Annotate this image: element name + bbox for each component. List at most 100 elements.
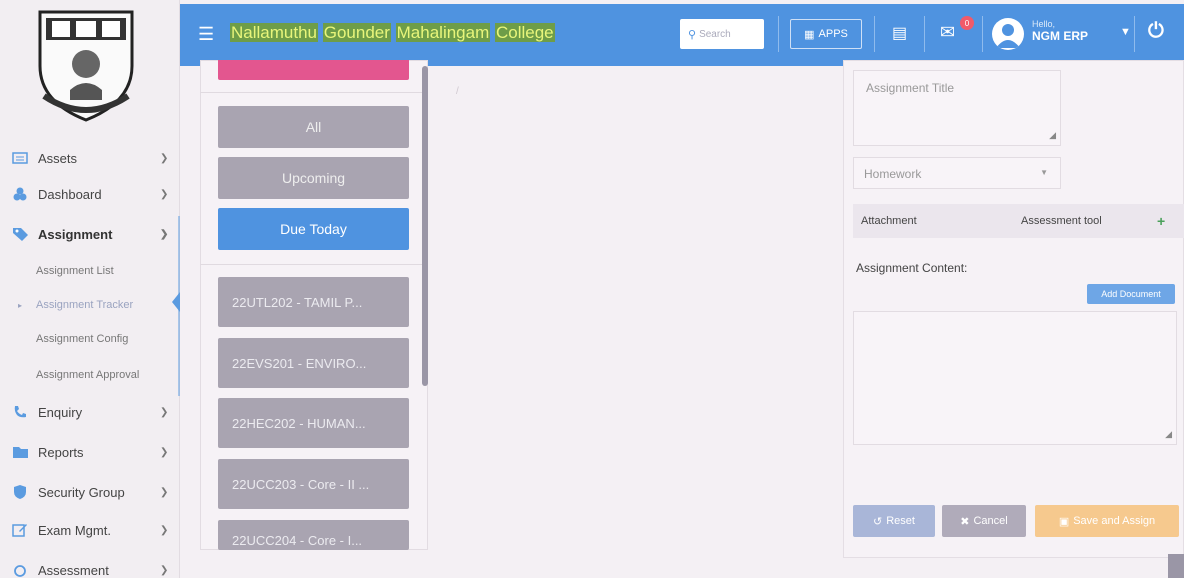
subject-item[interactable]: 22UCC204 - Core - I...	[218, 520, 409, 550]
header-divider	[874, 16, 875, 52]
user-name: NGM ERP	[1032, 28, 1089, 43]
sidebar-item-label: Assets	[38, 150, 78, 166]
college-logo	[38, 10, 134, 122]
save-and-assign-button[interactable]: ▣ Save and Assign	[1035, 505, 1179, 537]
mail-icon[interactable]: ✉	[940, 22, 955, 43]
sidebar-item-dashboard[interactable]: Dashboard ❯	[0, 176, 180, 212]
chevron-down-icon: ❯	[160, 486, 169, 498]
greeting: Hello,	[1032, 19, 1056, 29]
resize-handle-icon[interactable]: ◢	[1165, 429, 1172, 440]
sidebar-item-label: Assignment	[38, 226, 113, 242]
sidebar-item-label: Security Group	[38, 484, 125, 500]
sidebar-item-label: Assessment	[38, 562, 109, 578]
add-document-button[interactable]: Add Document	[1087, 284, 1175, 304]
chevron-down-icon: ❯	[160, 228, 169, 240]
sidebar-item-enquiry[interactable]: Enquiry ❯	[0, 394, 180, 430]
assignment-type-select[interactable]: Homework ▼	[853, 157, 1061, 189]
add-document-label: Add Document	[1101, 289, 1161, 299]
filter-label: Due Today	[280, 221, 347, 237]
search-placeholder: Search	[699, 28, 731, 40]
sidebar-item-assignment[interactable]: Assignment ❯	[0, 216, 180, 252]
attachment-label: Attachment	[861, 215, 917, 227]
panel-divider	[200, 92, 428, 93]
chevron-down-icon: ❯	[160, 446, 169, 458]
power-icon[interactable]: ⏻	[1148, 20, 1164, 43]
avatar[interactable]	[992, 18, 1024, 50]
sidebar-item-label: Dashboard	[38, 186, 102, 202]
bullet-icon: ▸	[18, 300, 23, 310]
subject-item[interactable]: 22HEC202 - HUMAN...	[218, 398, 409, 448]
sidebar-item-label: Reports	[38, 444, 84, 460]
sidebar-item-reports[interactable]: Reports ❯	[0, 434, 180, 470]
filter-label: Upcoming	[281, 170, 346, 186]
circle-icon	[12, 562, 28, 578]
header-divider	[778, 16, 779, 52]
panel-divider	[200, 264, 428, 265]
scroll-to-top-button[interactable]	[1168, 554, 1184, 578]
new-assignment-button[interactable]	[218, 60, 409, 80]
filter-all-button[interactable]: All	[218, 106, 409, 148]
sidebar-subitem-assignment-tracker[interactable]: ▸ Assignment Tracker	[0, 290, 180, 320]
phone-icon	[12, 404, 28, 420]
cancel-label: Cancel	[973, 515, 1008, 527]
sidebar-item-assessment[interactable]: Assessment ❯	[0, 552, 180, 578]
caret-down-icon[interactable]: ▼	[1120, 26, 1131, 38]
scrollbar[interactable]	[422, 66, 428, 386]
sidebar-subitem-assignment-config[interactable]: Assignment Config	[0, 324, 180, 354]
sidebar-subitem-label: Assignment Config	[36, 333, 129, 345]
assignment-content-field[interactable]: ◢	[853, 311, 1177, 445]
select-value: Homework	[864, 167, 922, 181]
chevron-down-icon: ❯	[160, 152, 169, 164]
resize-handle-icon[interactable]: ◢	[1049, 130, 1056, 141]
subject-label: 22UTL202 - TAMIL P...	[232, 294, 363, 310]
dropdown-arrow-icon: ▼	[1040, 168, 1048, 177]
undo-icon: ↺	[873, 515, 883, 528]
filter-due-today-button[interactable]: Due Today	[218, 208, 409, 250]
chevron-down-icon: ❯	[160, 406, 169, 418]
college-title: Nallamuthu Gounder Mahalingam College	[230, 23, 555, 43]
sidebar-item-assets[interactable]: Assets ❯	[0, 140, 180, 176]
apps-button[interactable]: ▦ APPS	[790, 19, 862, 49]
sidebar: Assets ❯ Dashboard ❯ Assignment ❯ Assign…	[0, 0, 180, 578]
save-icon: ▣	[1058, 515, 1070, 528]
tags-icon	[12, 226, 28, 242]
assignment-title-field[interactable]: Assignment Title ◢	[853, 70, 1061, 146]
title-word: Nallamuthu	[230, 23, 318, 42]
reset-button[interactable]: ↺ Reset	[853, 505, 935, 537]
sidebar-subitem-assignment-approval[interactable]: Assignment Approval	[0, 360, 180, 390]
sidebar-subitem-assignment-list[interactable]: Assignment List	[0, 256, 180, 286]
subject-label: 22UCC204 - Core - I...	[232, 533, 363, 548]
title-word: Mahalingam	[395, 23, 491, 42]
user-info[interactable]: Hello, NGM ERP	[1032, 19, 1089, 43]
chevron-down-icon: ❯	[160, 188, 169, 200]
dashboard-icon	[12, 186, 28, 202]
header-divider	[1134, 16, 1135, 52]
search-input[interactable]: ⚲ Search	[680, 19, 764, 49]
add-icon[interactable]: +	[1157, 213, 1165, 229]
sidebar-item-security-group[interactable]: Security Group ❯	[0, 474, 180, 510]
title-placeholder: Assignment Title	[866, 81, 955, 95]
decorative-mark: /	[456, 86, 459, 97]
attachment-row: Attachment Assessment tool +	[853, 204, 1184, 238]
subject-item[interactable]: 22EVS201 - ENVIRO...	[218, 338, 409, 388]
title-word: College	[494, 23, 555, 42]
subject-label: 22HEC202 - HUMAN...	[232, 415, 366, 431]
filter-upcoming-button[interactable]: Upcoming	[218, 157, 409, 199]
header-divider	[924, 16, 925, 52]
content-label: Assignment Content:	[856, 261, 968, 275]
sidebar-subitem-label: Assignment Tracker	[36, 299, 134, 311]
notification-badge: 0	[960, 16, 974, 30]
apps-label: APPS	[818, 28, 848, 40]
calendar-icon[interactable]: ▤	[892, 23, 907, 43]
cancel-button[interactable]: ✖ Cancel	[942, 505, 1026, 537]
subject-item[interactable]: 22UCC203 - Core - II ...	[218, 459, 409, 509]
reset-label: Reset	[886, 515, 915, 527]
apps-grid-icon: ▦	[804, 28, 815, 41]
save-label: Save and Assign	[1073, 515, 1156, 527]
active-item-marker	[172, 292, 180, 312]
filter-label: All	[305, 119, 322, 135]
subject-label: 22UCC203 - Core - II ...	[232, 476, 370, 492]
subject-item[interactable]: 22UTL202 - TAMIL P...	[218, 277, 409, 327]
hamburger-menu-icon[interactable]: ☰	[198, 24, 214, 45]
sidebar-item-exam-mgmt[interactable]: Exam Mgmt. ❯	[0, 512, 180, 548]
